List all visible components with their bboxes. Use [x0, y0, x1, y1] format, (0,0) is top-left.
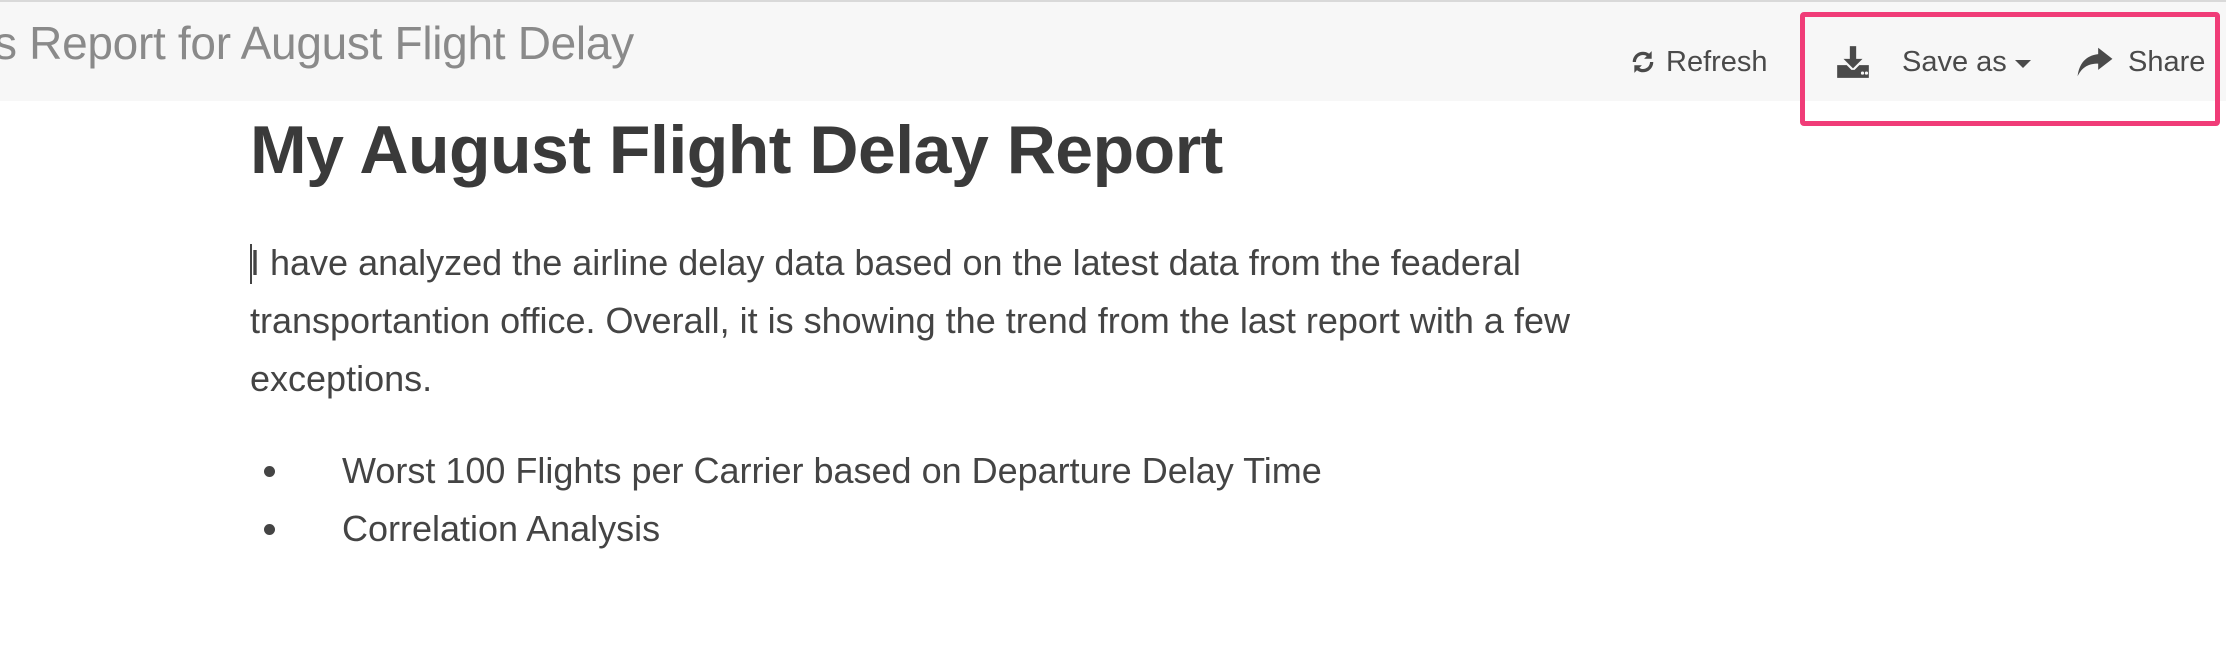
list-item: Correlation Analysis	[250, 500, 1750, 558]
text-cursor	[250, 244, 252, 284]
refresh-button[interactable]: Refresh	[1630, 38, 1768, 86]
refresh-label: Refresh	[1666, 45, 1768, 78]
save-as-button[interactable]: Save as	[1834, 38, 2031, 86]
bullet-dot	[264, 524, 275, 535]
report-content: My August Flight Delay Report I have ana…	[250, 110, 1750, 558]
save-as-label: Save as	[1902, 45, 2007, 78]
download-icon	[1834, 43, 1872, 81]
document-title: s Report for August Flight Delay	[0, 17, 634, 69]
share-label: Share	[2128, 45, 2206, 78]
share-button[interactable]: Share	[2076, 38, 2205, 86]
bullet-text: Correlation Analysis	[342, 508, 661, 549]
top-toolbar: s Report for August Flight Delay Refresh…	[0, 0, 2226, 126]
refresh-icon	[1630, 49, 1656, 75]
report-title: My August Flight Delay Report	[250, 112, 1223, 188]
list-item: Worst 100 Flights per Carrier based on D…	[250, 442, 1750, 500]
report-paragraph: I have analyzed the airline delay data b…	[250, 242, 1570, 399]
bullet-text: Worst 100 Flights per Carrier based on D…	[342, 450, 1322, 491]
share-arrow-icon	[2076, 46, 2114, 78]
bullet-dot	[264, 466, 275, 477]
report-paragraph-container[interactable]: I have analyzed the airline delay data b…	[250, 234, 1710, 408]
report-bullet-list: Worst 100 Flights per Carrier based on D…	[250, 442, 1750, 558]
caret-down-icon	[2014, 60, 2031, 68]
